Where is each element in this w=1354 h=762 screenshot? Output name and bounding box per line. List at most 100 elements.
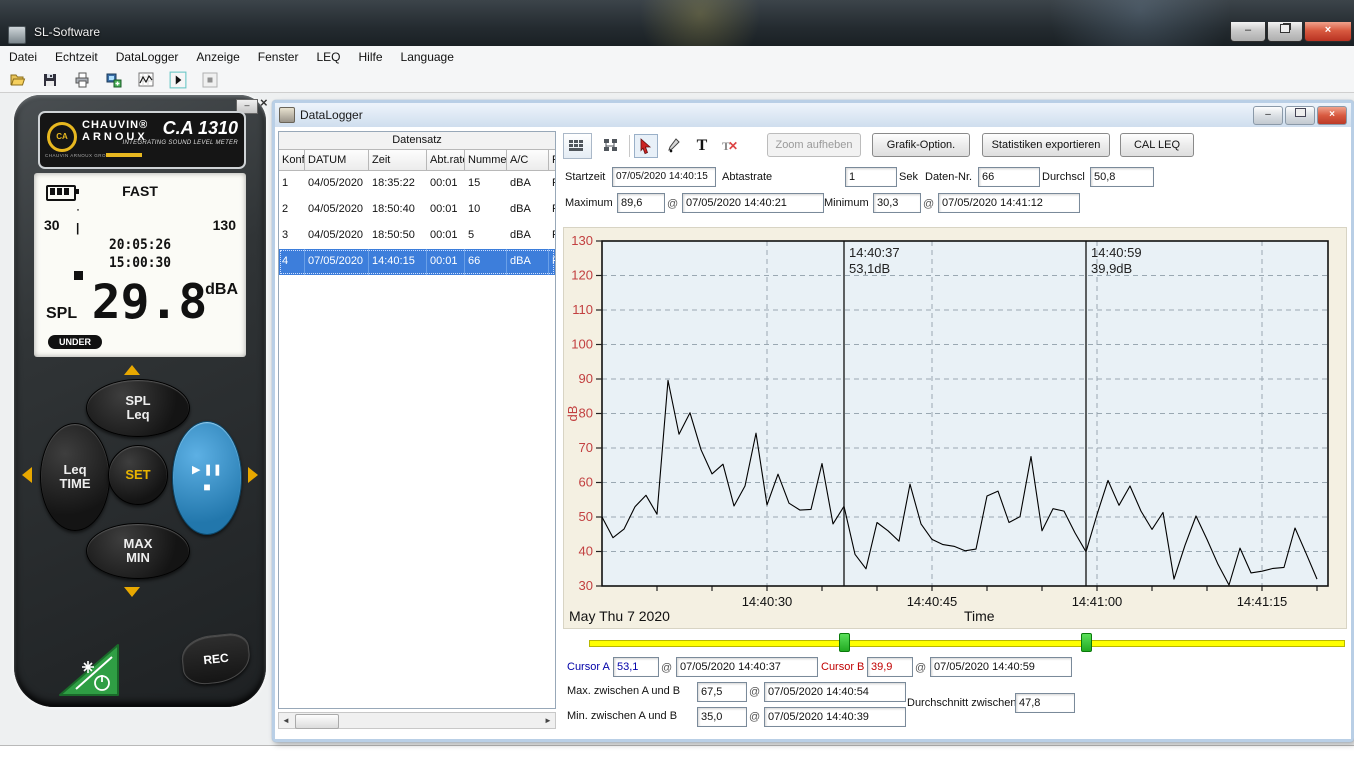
main-restore-button[interactable] <box>1267 22 1303 42</box>
table-cell: 1 <box>279 171 305 197</box>
device-model-subtitle: INTEGRATING SOUND LEVEL METER <box>123 140 239 146</box>
svg-text:90: 90 <box>579 371 593 386</box>
lcd-time: 15:00:30 <box>42 255 237 271</box>
device-transfer-icon[interactable] <box>102 70 126 90</box>
table-header-row: KonfDATUMZeitAbt.rateNummerA/CF <box>279 150 555 171</box>
cursor-a-label: Cursor A <box>567 661 610 673</box>
menu-item-leq[interactable]: LEQ <box>307 47 349 67</box>
scroll-left-icon[interactable]: ◄ <box>280 715 292 726</box>
cursor-b-time-field[interactable]: 07/05/2020 14:40:59 <box>930 657 1072 677</box>
daten-nr-label: Daten-Nr. <box>925 171 972 183</box>
chart-panel[interactable]: 3040506070809010011012013014:40:3014:40:… <box>563 227 1347 629</box>
cursor-arrow-icon[interactable] <box>634 134 658 158</box>
column-header-datum[interactable]: DATUM <box>305 150 369 171</box>
column-header-ac[interactable]: A/C <box>507 150 549 171</box>
slider-handle-a[interactable] <box>839 633 850 652</box>
pen-icon[interactable] <box>662 134 686 158</box>
play-icon[interactable] <box>166 70 190 90</box>
cursor-a-at: @ <box>661 662 672 674</box>
table-cell: 04/05/2020 <box>305 171 369 197</box>
save-icon[interactable] <box>38 70 62 90</box>
minimum-time-field[interactable]: 07/05/2020 14:41:12 <box>938 193 1080 213</box>
table-row[interactable]: 104/05/202018:35:2200:0115dBAF <box>279 171 555 197</box>
text-icon[interactable]: T <box>690 134 714 158</box>
abtastrate-field[interactable]: 1 <box>845 167 897 187</box>
table-row[interactable]: 407/05/202014:40:1500:0166dBAF <box>279 249 555 275</box>
table-cell: 00:01 <box>427 249 465 275</box>
menu-item-fenster[interactable]: Fenster <box>249 47 308 67</box>
maximum-time-field[interactable]: 07/05/2020 14:40:21 <box>682 193 824 213</box>
abtastrate-label: Abtastrate <box>722 171 772 183</box>
main-title-bar: SL-Software – × <box>0 0 1354 46</box>
open-file-icon[interactable] <box>6 70 30 90</box>
daten-nr-field[interactable]: 66 <box>978 167 1040 187</box>
min-ab-value-field[interactable]: 35,0 <box>697 707 747 727</box>
datalogger-restore-button[interactable] <box>1285 106 1315 125</box>
table-row[interactable]: 204/05/202018:50:4000:0110dBAF <box>279 197 555 223</box>
min-ab-time-field[interactable]: 07/05/2020 14:40:39 <box>764 707 906 727</box>
max-ab-value-field[interactable]: 67,5 <box>697 682 747 702</box>
main-close-button[interactable]: × <box>1304 22 1352 42</box>
datalogger-title-bar[interactable]: DataLogger <box>275 103 1351 128</box>
column-header-zeit[interactable]: Zeit <box>369 150 427 171</box>
table-cell: 00:01 <box>427 171 465 197</box>
table-cell: dBA <box>507 223 549 249</box>
menu-item-echtzeit[interactable]: Echtzeit <box>46 47 107 67</box>
sound-level-chart[interactable]: 3040506070809010011012013014:40:3014:40:… <box>564 228 1346 628</box>
datalogger-close-button[interactable]: × <box>1317 106 1347 125</box>
statistiken-exportieren-button[interactable]: Statistiken exportieren <box>982 133 1110 157</box>
print-icon[interactable] <box>70 70 94 90</box>
max-ab-time-field[interactable]: 07/05/2020 14:40:54 <box>764 682 906 702</box>
list-view-icon[interactable] <box>563 133 592 159</box>
table-cell: F <box>549 249 556 275</box>
datalogger-minimize-button[interactable]: – <box>1253 106 1283 125</box>
cursor-range-slider[interactable] <box>563 632 1347 652</box>
brand-plate: CA CHAUVIN® ARNOUX CHAUVIN ARNOUX GROUP … <box>38 111 246 169</box>
menu-item-language[interactable]: Language <box>392 47 463 67</box>
text-delete-icon[interactable]: T✕ <box>718 134 742 158</box>
maximum-field[interactable]: 89,6 <box>617 193 665 213</box>
table-cell: dBA <box>507 249 549 275</box>
svg-text:dB: dB <box>565 406 580 422</box>
cursor-a-time-field[interactable]: 07/05/2020 14:40:37 <box>676 657 818 677</box>
cursor-a-value-field[interactable]: 53,1 <box>613 657 659 677</box>
grafik-option-button[interactable]: Grafik-Option. <box>872 133 970 157</box>
durchschnitt-field[interactable]: 50,8 <box>1090 167 1154 187</box>
device-model: C.A 1310 <box>163 118 238 139</box>
avg-ab-value-field[interactable]: 47,8 <box>1015 693 1075 713</box>
zoom-aufheben-button[interactable]: Zoom aufheben <box>767 133 861 157</box>
slider-handle-b[interactable] <box>1081 633 1092 652</box>
startzeit-field[interactable]: 07/05/2020 14:40:15 <box>612 167 716 187</box>
slider-track[interactable] <box>589 640 1345 647</box>
main-minimize-button[interactable]: – <box>1230 22 1266 42</box>
table-horizontal-scrollbar[interactable]: ◄ ► <box>278 712 556 729</box>
device-close-icon[interactable]: × <box>260 95 268 110</box>
cursor-b-value-field[interactable]: 39,9 <box>867 657 913 677</box>
scrollbar-thumb[interactable] <box>295 714 339 729</box>
menu-item-anzeige[interactable]: Anzeige <box>187 47 248 67</box>
lcd-under-badge: UNDER <box>48 335 102 349</box>
table-cell: dBA <box>507 197 549 223</box>
menu-item-hilfe[interactable]: Hilfe <box>350 47 392 67</box>
arrow-up-icon <box>124 365 140 375</box>
lcd-scale-max: 130 <box>213 217 236 233</box>
scroll-right-icon[interactable]: ► <box>542 715 554 726</box>
table-cell: 4 <box>279 249 305 275</box>
cal-leq-button[interactable]: CAL LEQ <box>1120 133 1194 157</box>
column-header-nummer[interactable]: Nummer <box>465 150 507 171</box>
column-header-f[interactable]: F <box>549 150 556 171</box>
table-row[interactable]: 304/05/202018:50:5000:015dBAF <box>279 223 555 249</box>
menu-item-datalogger[interactable]: DataLogger <box>107 47 188 67</box>
table-group-header: Datensatz <box>279 132 555 150</box>
tree-view-icon[interactable] <box>596 133 625 159</box>
menu-item-datei[interactable]: Datei <box>0 47 46 67</box>
spl-leq-button: SPLLeq <box>86 379 190 437</box>
column-header-abtrate[interactable]: Abt.rate <box>427 150 465 171</box>
graph-icon[interactable] <box>134 70 158 90</box>
table-cell: 15 <box>465 171 507 197</box>
column-header-konf[interactable]: Konf <box>279 150 305 171</box>
stop-icon[interactable] <box>198 70 222 90</box>
svg-text:39,9dB: 39,9dB <box>1091 261 1132 276</box>
table-cell: dBA <box>507 171 549 197</box>
minimum-field[interactable]: 30,3 <box>873 193 921 213</box>
